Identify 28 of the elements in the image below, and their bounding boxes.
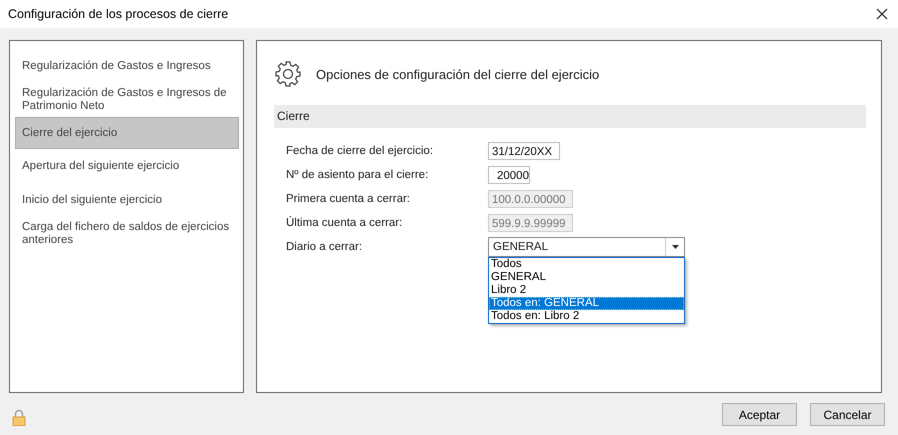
dialog-button[interactable]: Aceptar <box>722 403 797 426</box>
section-header: Cierre <box>274 105 866 128</box>
caret-icon <box>672 245 678 249</box>
dropdown-option[interactable]: Todos en: GENERAL <box>489 297 684 310</box>
close-icon[interactable] <box>876 8 888 20</box>
field-label: Última cuenta a cerrar: <box>286 217 404 229</box>
dropdown-value: GENERAL <box>492 240 549 255</box>
dropdown-field[interactable]: GENERAL <box>488 237 685 257</box>
field-label: Fecha de cierre del ejercicio: <box>286 145 434 157</box>
sidebar-item[interactable]: Regularización de Gastos e Ingresos de Patrimonio Neto <box>15 83 239 117</box>
field-label: Diario a cerrar: <box>286 241 364 253</box>
settings-icon <box>274 60 302 88</box>
sidebar-item[interactable]: Apertura del siguiente ejercicio <box>15 149 239 183</box>
dialog-button[interactable]: Cancelar <box>810 403 885 426</box>
sidebar-item[interactable]: Carga del fichero de saldos de ejercicios anteriores <box>15 217 239 251</box>
window-title: Configuración de los procesos de cierre <box>8 7 228 21</box>
dropdown-option[interactable]: Todos en: Libro 2 <box>489 310 684 323</box>
field-label: Nº de asiento para el cierre: <box>286 169 430 181</box>
field-label: Primera cuenta a cerrar: <box>286 193 411 205</box>
sidebar-item[interactable]: Regularización de Gastos e Ingresos <box>15 49 239 83</box>
sidebar-item[interactable]: Inicio del siguiente ejercicio <box>15 183 239 217</box>
input-field[interactable]: 20000 <box>488 166 530 184</box>
dropdown-option[interactable]: Todos <box>489 258 684 271</box>
dropdown-option[interactable]: GENERAL <box>489 271 684 284</box>
panel-heading: Opciones de configuración del cierre del ejercicio <box>316 66 600 82</box>
dropdown-option[interactable]: Libro 2 <box>489 284 684 297</box>
sidebar-item[interactable]: Cierre del ejercicio <box>15 117 239 149</box>
input-field[interactable]: 31/12/20XX <box>488 142 560 160</box>
